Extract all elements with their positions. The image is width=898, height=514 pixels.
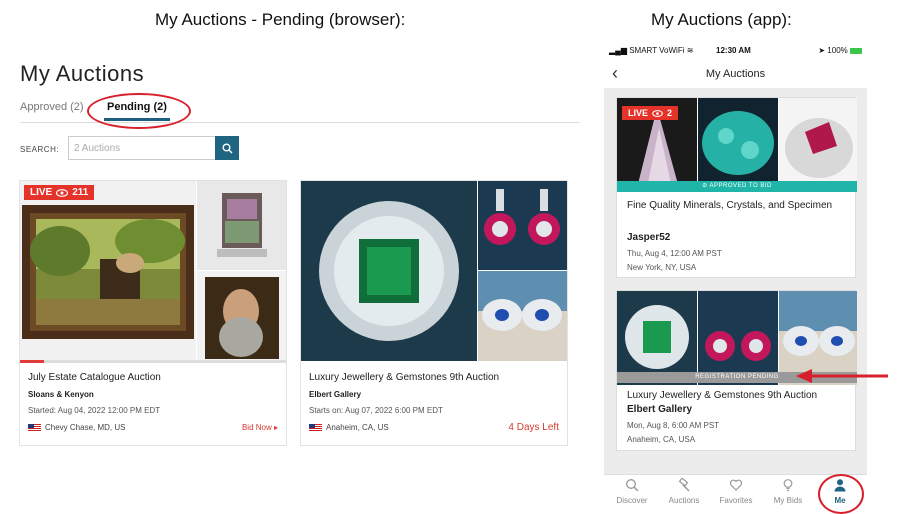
auction-progress-fill (20, 360, 44, 363)
tab-auctions[interactable]: Auctions (658, 478, 710, 505)
emerald-ring-image (617, 291, 697, 385)
tab-my-bids-label: My Bids (773, 496, 803, 505)
auction-progress-bar (20, 360, 286, 363)
turquoise-mineral-image (698, 98, 778, 192)
search-input[interactable] (68, 136, 216, 160)
ruby-earrings-image (698, 291, 778, 385)
signal-icon: ▂▄▆ (609, 46, 627, 55)
tab-auctions-label: Auctions (668, 496, 700, 505)
live-badge: LIVE 211 (24, 185, 95, 200)
auction-card-2[interactable]: Luxury Jewellery & Gemstones 9th Auction… (300, 180, 568, 446)
browser-view: My Auctions Approved (2) Pending (2) SEA… (18, 55, 583, 475)
app-auction-title[interactable]: Luxury Jewellery & Gemstones 9th Auction (627, 388, 847, 403)
auction-title[interactable]: Luxury Jewellery & Gemstones 9th Auction (309, 372, 499, 383)
wifi-icon: ≋ (686, 46, 694, 55)
annotation-arrow (796, 369, 888, 383)
mineral-image (197, 181, 286, 270)
search-icon (222, 143, 233, 154)
auction-location: Anaheim, CA, US (309, 423, 389, 432)
battery-text: 100% (827, 46, 848, 55)
auction-date: Started: Aug 04, 2022 12:00 PM EDT (28, 406, 161, 415)
app-nav-bar: ‹ My Auctions (604, 62, 867, 88)
approved-to-bid-band: ⊘ APPROVED TO BID (617, 181, 857, 192)
tab-discover-label: Discover (616, 496, 648, 505)
live-badge: LIVE 2 (622, 106, 679, 120)
tab-discover[interactable]: Discover (606, 478, 658, 505)
heart-icon (729, 479, 743, 491)
us-flag-icon (309, 423, 322, 432)
auction-date: Starts on: Aug 07, 2022 6:00 PM EDT (309, 406, 443, 415)
battery-icon (850, 47, 862, 54)
auction-location-text: Anaheim, CA, US (326, 423, 389, 432)
live-label: LIVE (30, 187, 53, 198)
auction-location: Chevy Chase, MD, US (28, 423, 125, 432)
tab-approved[interactable]: Approved (2) (20, 101, 84, 113)
status-bar: ▂▄▆ SMART VoWiFi ≋ 12:30 AM ➤ 100% (604, 40, 867, 62)
page-title: My Auctions (20, 61, 145, 86)
app-nav-title: My Auctions (705, 68, 766, 80)
app-auction-location: New York, NY, USA (627, 263, 697, 272)
right-heading: My Auctions (app): (651, 10, 792, 29)
ruby-earrings-image (478, 181, 567, 270)
portrait-image (197, 271, 286, 361)
app-view: ▂▄▆ SMART VoWiFi ≋ 12:30 AM ➤ 100% ‹ My … (604, 40, 867, 514)
tab-my-bids[interactable]: My Bids (762, 478, 814, 505)
carrier-text: SMART VoWiFi (629, 46, 685, 55)
gavel-icon (678, 478, 690, 492)
auction-title[interactable]: July Estate Catalogue Auction (28, 372, 161, 383)
emerald-ring-image (301, 181, 477, 361)
app-auction-house[interactable]: Jasper52 (627, 232, 670, 243)
annotation-oval-me (818, 474, 864, 514)
days-left-label: 4 Days Left (508, 422, 559, 433)
painting-image (20, 181, 196, 361)
app-auction-house[interactable]: Elbert Gallery (627, 404, 692, 415)
approved-band-text: APPROVED TO BID (709, 183, 772, 189)
search-button[interactable] (215, 136, 239, 160)
auction-house[interactable]: Sloans & Kenyon (28, 390, 94, 399)
annotation-oval-pending (87, 93, 191, 129)
app-auction-location: Anaheim, CA, USA (627, 435, 696, 444)
live-label: LIVE (628, 108, 649, 118)
search-icon (626, 479, 639, 492)
eye-icon (56, 188, 69, 197)
app-auction-date: Mon, Aug 8, 6:00 AM PST (627, 421, 720, 430)
tab-favorites-label: Favorites (719, 496, 753, 505)
auction-card-1[interactable]: LIVE 211 July Estate Catalogue Auction S… (19, 180, 287, 446)
eye-icon (652, 109, 663, 117)
auction-location-text: Chevy Chase, MD, US (45, 423, 126, 432)
status-right: ➤ 100% (818, 46, 862, 55)
sapphire-earrings-image (478, 271, 567, 361)
app-auction-title[interactable]: Fine Quality Minerals, Crystals, and Spe… (627, 198, 847, 213)
auction-house[interactable]: Elbert Gallery (309, 390, 361, 399)
left-heading: My Auctions - Pending (browser): (155, 10, 406, 29)
status-carrier: ▂▄▆ SMART VoWiFi ≋ (609, 46, 693, 55)
check-circle-icon: ⊘ (702, 183, 708, 189)
status-time: 12:30 AM (716, 46, 751, 55)
app-auction-card-1[interactable]: LIVE 2 ⊘ APPROVED TO BID Fine Quality Mi… (616, 97, 857, 278)
location-icon: ➤ (818, 46, 826, 55)
us-flag-icon (28, 423, 41, 432)
bid-now-link[interactable]: Bid Now ▸ (242, 423, 278, 432)
search-label: SEARCH: (20, 145, 60, 154)
viewer-count: 2 (667, 108, 673, 118)
viewer-count: 211 (72, 187, 89, 198)
tab-favorites[interactable]: Favorites (710, 478, 762, 505)
app-auction-date: Thu, Aug 4, 12:00 AM PST (627, 249, 722, 258)
ruby-mineral-image (779, 98, 857, 192)
bulb-icon (783, 479, 793, 492)
